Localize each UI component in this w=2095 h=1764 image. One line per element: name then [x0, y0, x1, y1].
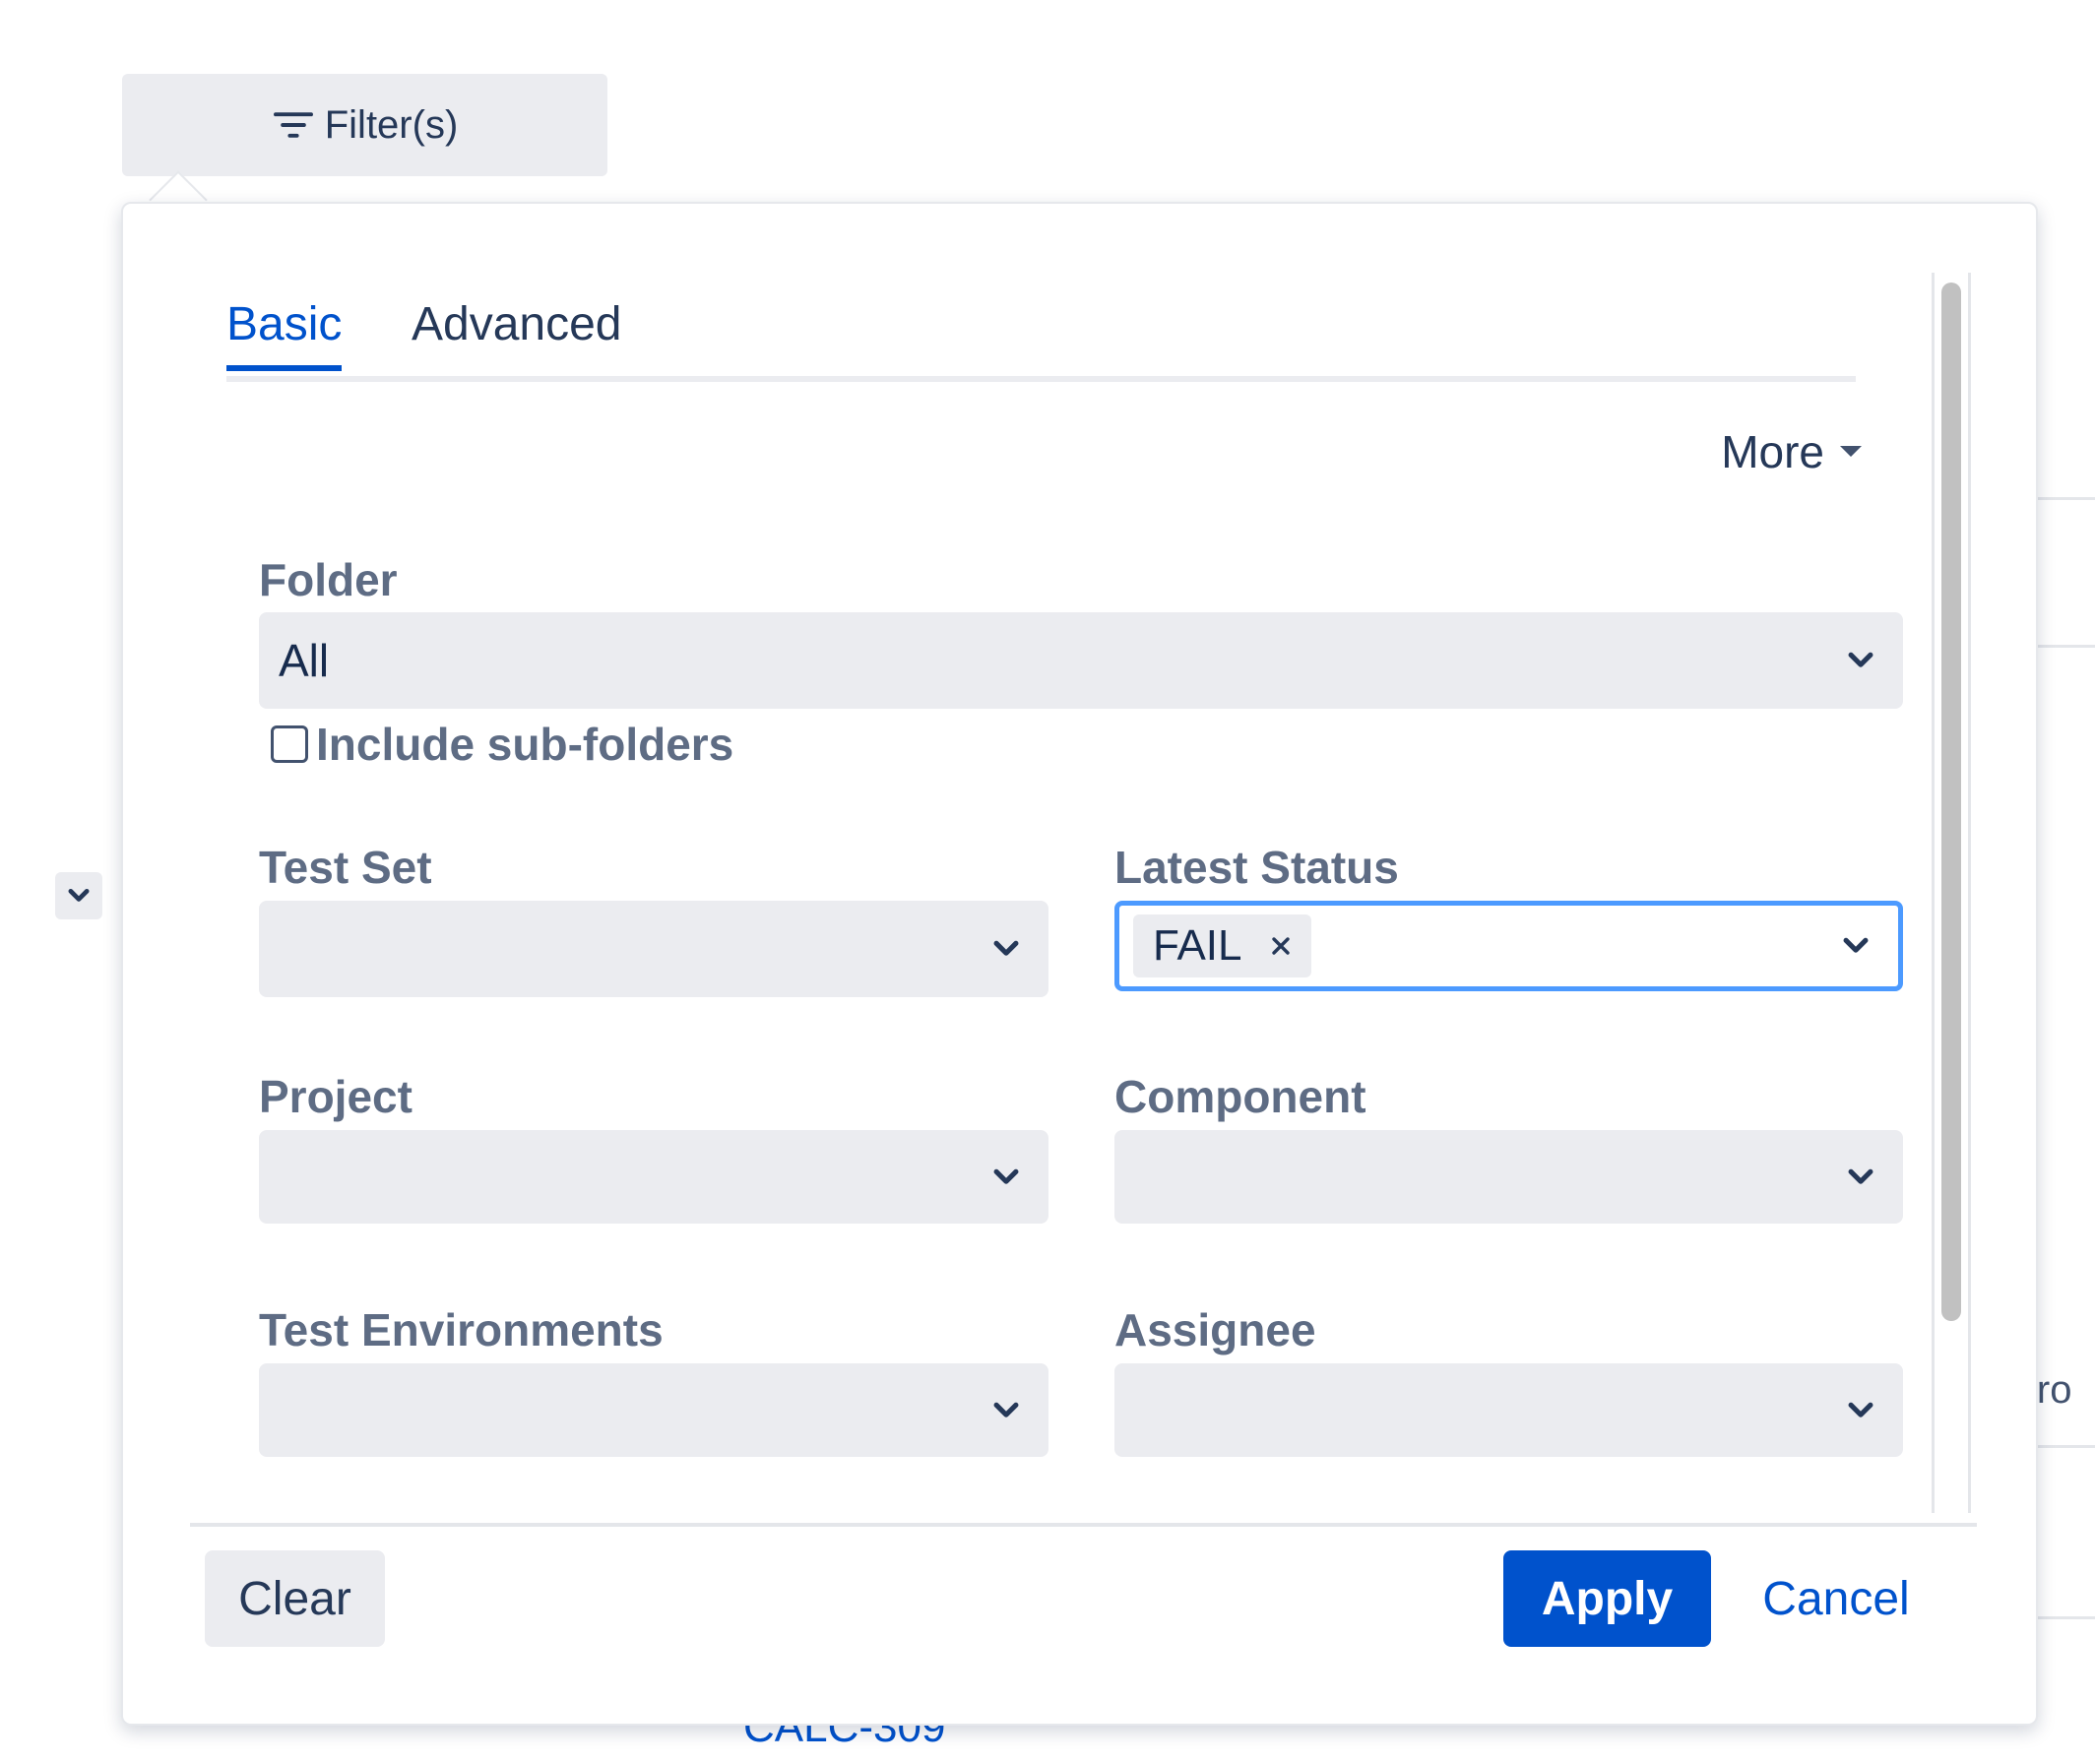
expand-toggle-button[interactable]: [55, 872, 102, 919]
project-select[interactable]: [259, 1130, 1048, 1224]
background-divider: [2038, 645, 2095, 648]
test-environments-label: Test Environments: [259, 1304, 664, 1355]
scrollbar-thumb[interactable]: [1941, 283, 1961, 1321]
tab-advanced[interactable]: Advanced: [412, 297, 622, 365]
chevron-down-icon: [993, 1168, 1019, 1184]
background-divider: [2038, 497, 2095, 500]
chevron-down-icon: [1843, 937, 1869, 953]
caret-down-icon: [1840, 446, 1862, 457]
test-set-label: Test Set: [259, 842, 432, 893]
project-label: Project: [259, 1071, 413, 1122]
background-divider: [2038, 1445, 2095, 1448]
background-divider: [2038, 1616, 2095, 1619]
filter-popover: Basic Advanced More Folder All Include s…: [121, 202, 2038, 1726]
scrollbar-track[interactable]: [1932, 273, 1971, 1513]
more-dropdown[interactable]: More: [1721, 425, 1864, 478]
chevron-down-icon: [1848, 1168, 1873, 1184]
more-label: More: [1721, 426, 1824, 477]
chevron-down-icon: [993, 940, 1019, 956]
cancel-button[interactable]: Cancel: [1762, 1550, 1910, 1647]
assignee-label: Assignee: [1114, 1304, 1316, 1355]
filter-tabs: Basic Advanced: [226, 297, 1856, 382]
footer-divider: [190, 1523, 1977, 1527]
chevron-down-icon: [68, 889, 90, 902]
chevron-down-icon: [1848, 652, 1873, 667]
include-subfolders-label: Include sub-folders: [316, 719, 734, 770]
assignee-select[interactable]: [1114, 1363, 1903, 1457]
component-select[interactable]: [1114, 1130, 1903, 1224]
tab-basic[interactable]: Basic: [226, 297, 343, 371]
chevron-down-icon: [993, 1402, 1019, 1418]
filters-button-label: Filter(s): [324, 102, 459, 147]
test-environments-select[interactable]: [259, 1363, 1048, 1457]
apply-button[interactable]: Apply: [1503, 1550, 1711, 1647]
filter-icon: [273, 112, 313, 138]
status-tag-fail: FAIL: [1133, 914, 1311, 977]
chevron-down-icon: [1848, 1402, 1873, 1418]
filters-button[interactable]: Filter(s): [122, 74, 607, 176]
close-icon[interactable]: [1270, 935, 1292, 957]
include-subfolders-checkbox[interactable]: [271, 725, 308, 763]
folder-value: All: [279, 635, 330, 686]
clear-button[interactable]: Clear: [205, 1550, 385, 1647]
test-set-select[interactable]: [259, 901, 1048, 997]
status-tag-label: FAIL: [1153, 921, 1242, 970]
folder-label: Folder: [259, 554, 398, 605]
folder-select[interactable]: All: [259, 612, 1903, 709]
latest-status-select[interactable]: FAIL: [1114, 901, 1903, 991]
latest-status-label: Latest Status: [1114, 842, 1399, 893]
component-label: Component: [1114, 1071, 1366, 1122]
include-subfolders-row: Include sub-folders: [271, 718, 733, 771]
